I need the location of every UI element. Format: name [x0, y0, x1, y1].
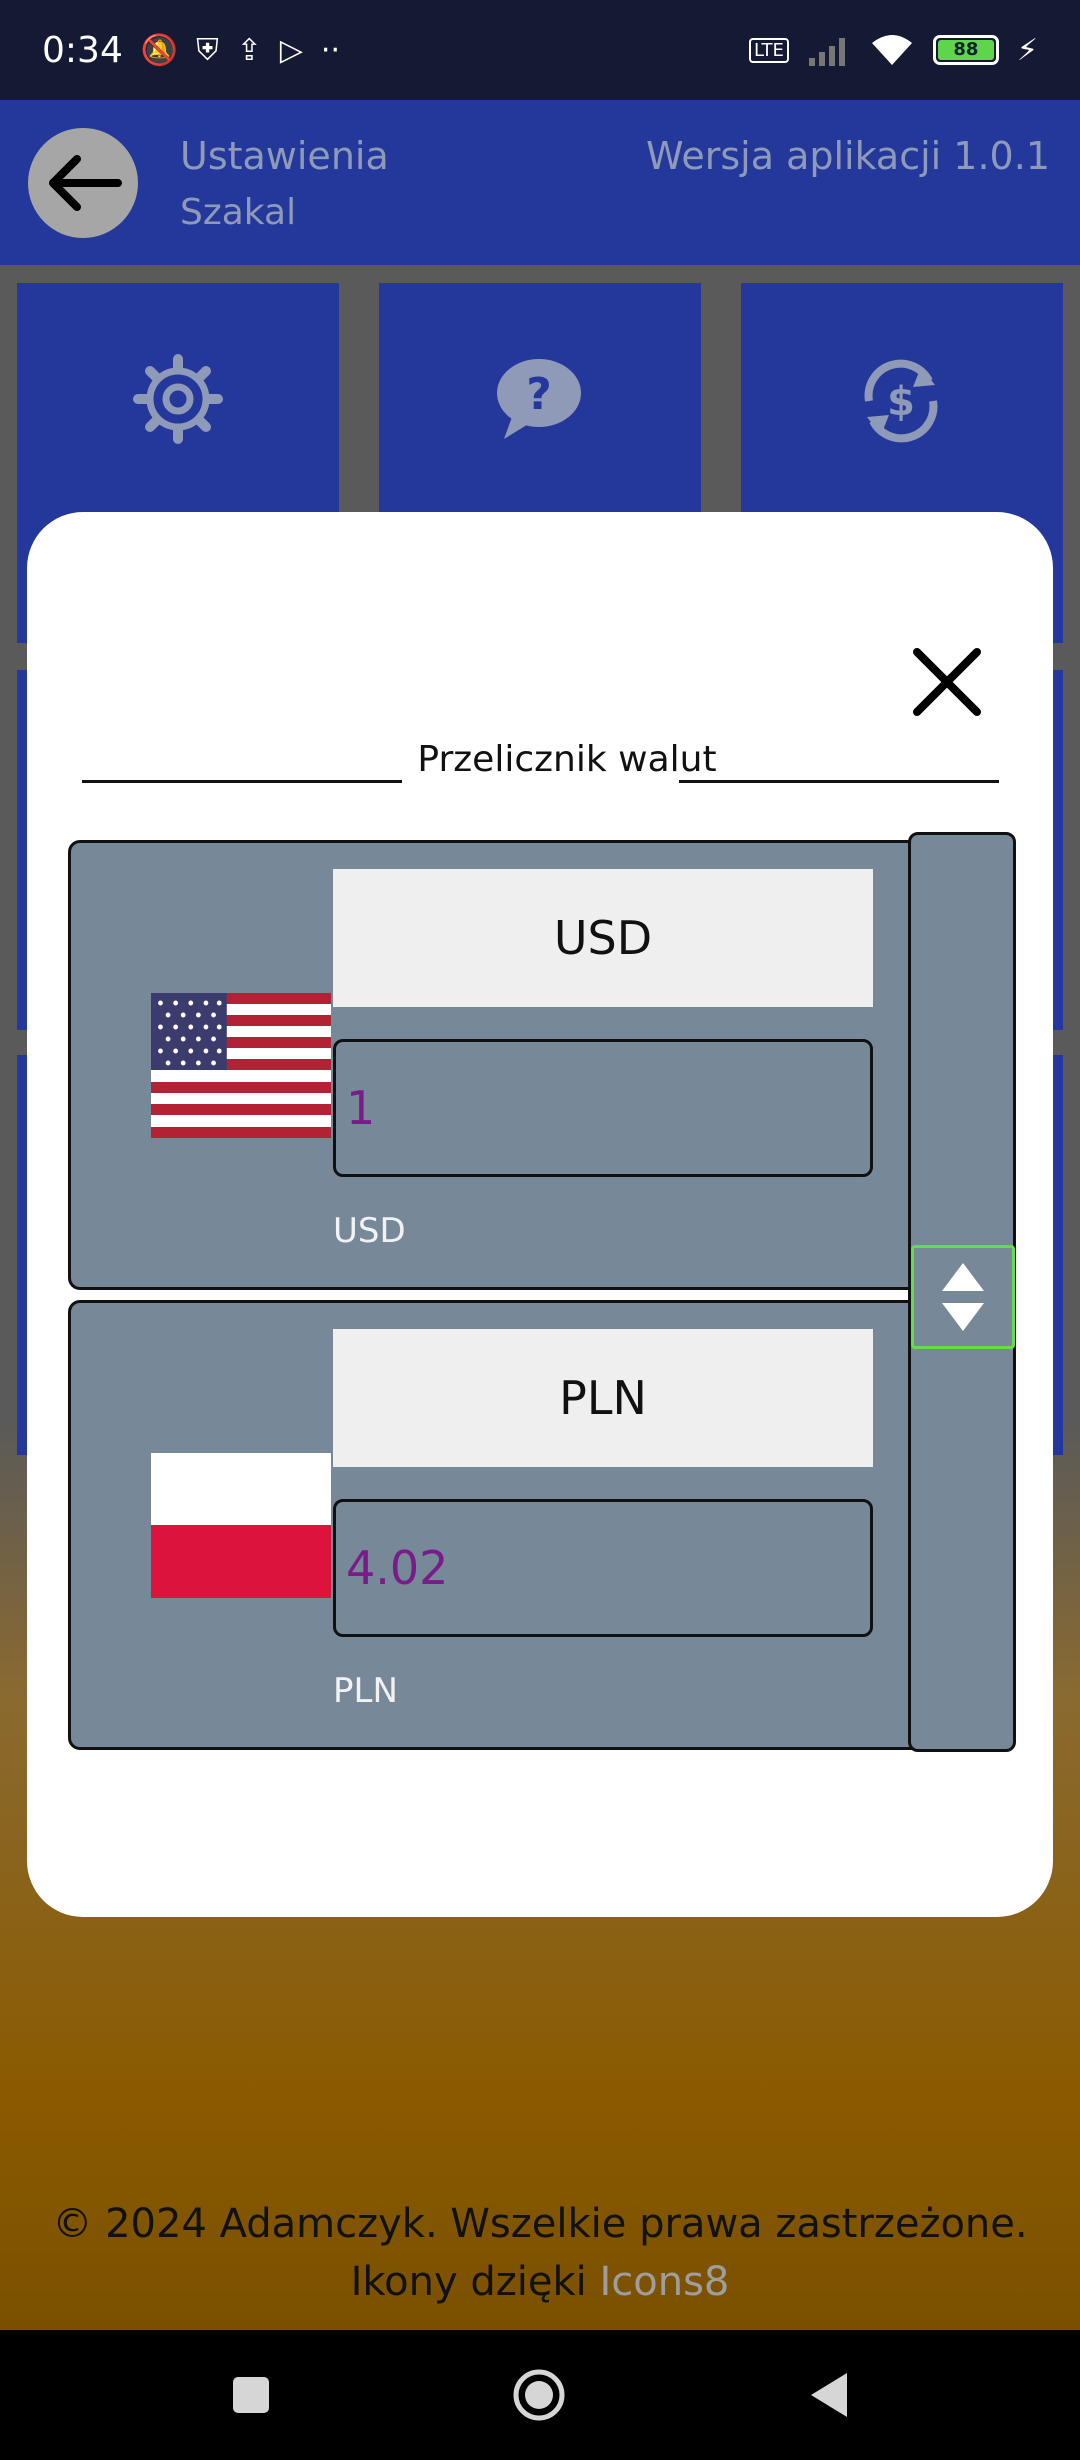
app-header: Ustawienia Szakal Wersja aplikacji 1.0.1: [0, 100, 1080, 265]
copyright-text: © 2024 Adamczyk. Wszelkie prawa zastrzeż…: [52, 2201, 1028, 2247]
mute-icon: 🔕: [140, 32, 179, 68]
to-currency-selector[interactable]: PLN: [333, 1329, 873, 1467]
dialog-title: Przelicznik walut: [417, 739, 717, 780]
shield-icon: ⛨: [196, 32, 219, 68]
tile-row3-left: [17, 1055, 27, 1455]
gear-icon: [133, 354, 223, 444]
title-divider-right: [679, 780, 999, 783]
help-icon: ?: [497, 359, 581, 439]
battery-icon: 88: [932, 35, 999, 65]
swap-currencies-button[interactable]: [911, 1245, 1015, 1349]
recent-apps-icon[interactable]: [231, 2375, 271, 2415]
footer: © 2024 Adamczyk. Wszelkie prawa zastrzeż…: [0, 2195, 1080, 2311]
page-subtitle: Szakal: [180, 192, 297, 233]
to-amount-input[interactable]: 4.02: [333, 1499, 873, 1637]
icons-credit-prefix: Ikony dzięki: [350, 2259, 587, 2305]
status-bar: 0:34 🔕 ⛨ ⇪ ▷ ·· LTE 88 ⚡: [0, 0, 1080, 100]
upload-icon: ⇪: [236, 32, 262, 68]
from-currency-selector[interactable]: USD: [333, 869, 873, 1007]
back-nav-icon[interactable]: [807, 2371, 849, 2419]
currency-exchange-icon: $: [864, 359, 938, 443]
us-flag-icon: [151, 993, 331, 1138]
more-icon: ··: [320, 32, 340, 68]
back-button[interactable]: [28, 128, 138, 238]
signal-icon: [808, 38, 845, 66]
status-time: 0:34: [42, 29, 123, 71]
tile-row3-right: [1053, 1055, 1063, 1455]
from-currency-card: USD 1 USD: [68, 840, 928, 1290]
play-icon: ▷: [279, 32, 303, 68]
tile-row2-right: [1053, 670, 1063, 1030]
svg-text:?: ?: [526, 369, 552, 420]
volte-icon: LTE: [749, 37, 789, 63]
status-left: 0:34 🔕 ⛨ ⇪ ▷ ··: [42, 30, 340, 71]
charging-icon: ⚡: [1016, 32, 1038, 68]
pl-flag-icon: [151, 1453, 331, 1598]
icons-credit: Ikony dzięki Icons8: [0, 2253, 1080, 2311]
status-right: LTE 88 ⚡: [749, 33, 1038, 68]
from-currency-label: USD: [333, 1211, 406, 1251]
from-amount-input[interactable]: 1: [333, 1039, 873, 1177]
page-title: Ustawienia: [180, 134, 389, 178]
title-divider-left: [82, 780, 402, 783]
swap-panel: [908, 832, 1016, 1752]
arrow-left-icon: [49, 155, 122, 211]
app-version: Wersja aplikacji 1.0.1: [646, 134, 1050, 178]
icons8-link[interactable]: Icons8: [599, 2259, 729, 2305]
svg-text:$: $: [887, 379, 915, 425]
close-icon[interactable]: [907, 642, 987, 722]
to-currency-card: PLN 4.02 PLN: [68, 1300, 928, 1750]
currency-converter-dialog: Przelicznik walut USD 1 USD PLN 4.02 PLN: [27, 512, 1053, 1917]
wifi-icon: [871, 35, 912, 65]
navigation-bar: [0, 2330, 1080, 2460]
swap-up-down-icon: [942, 1263, 984, 1331]
home-icon[interactable]: [511, 2367, 567, 2423]
to-currency-label: PLN: [333, 1671, 398, 1711]
battery-level: 88: [937, 40, 994, 60]
tile-row2-left: [17, 670, 27, 1030]
